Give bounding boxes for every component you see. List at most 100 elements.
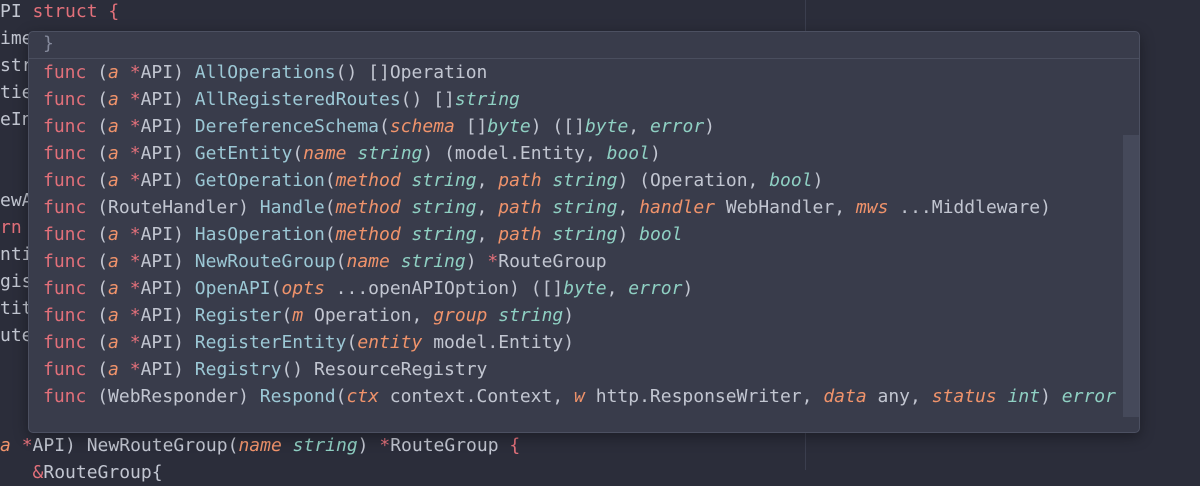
completion-item[interactable]: func (a *API) AllOperations() []Operatio… — [43, 59, 1123, 86]
method-name: Register — [194, 305, 282, 326]
code-token: rn — [0, 217, 22, 238]
signature-token: ( — [324, 197, 336, 218]
signature-token: func — [43, 143, 87, 164]
completion-item[interactable]: func (a *API) Registry() ResourceRegistr… — [43, 356, 1123, 383]
signature-token: () [] — [400, 89, 455, 110]
signature-token: handler — [639, 197, 715, 218]
completion-item[interactable]: func (a *API) OpenAPI(opts ...openAPIOpt… — [43, 275, 1123, 302]
code-line: a *API) NewRouteGroup(name string) *Rout… — [0, 432, 520, 459]
signature-token: byte — [563, 278, 607, 299]
signature-token — [119, 116, 130, 137]
signature-token: error — [1061, 386, 1116, 407]
signature-token: , — [476, 197, 499, 218]
signature-token: , — [617, 197, 640, 218]
signature-token: entity — [357, 332, 423, 353]
signature-token: * — [129, 170, 141, 191]
completion-item[interactable]: func (a *API) DereferenceSchema(schema [… — [43, 113, 1123, 140]
code-token: RouteGroup{ — [43, 462, 163, 483]
signature-token: * — [129, 62, 141, 83]
signature-token: () ResourceRegistry — [281, 359, 488, 380]
signature-token: a — [108, 359, 119, 380]
autocomplete-popup[interactable]: } func (a *API) AllOperations() []Operat… — [28, 31, 1140, 433]
signature-token: ( — [86, 143, 109, 164]
signature-token: ( — [270, 278, 282, 299]
code-line: rn — [0, 214, 22, 241]
signature-token: * — [129, 359, 141, 380]
method-name: DereferenceSchema — [194, 116, 379, 137]
signature-token: string — [498, 305, 564, 326]
signature-token — [119, 62, 130, 83]
signature-token: API) — [140, 359, 195, 380]
signature-token: a — [108, 251, 119, 272]
completion-item[interactable]: func (a *API) NewRouteGroup(name string)… — [43, 248, 1123, 275]
signature-token: a — [108, 89, 119, 110]
signature-token: ( — [324, 170, 336, 191]
signature-token — [401, 197, 412, 218]
signature-token: func — [43, 224, 87, 245]
signature-token: a — [108, 224, 119, 245]
signature-token: API) — [140, 116, 195, 137]
signature-token: func — [43, 89, 87, 110]
completion-item[interactable]: func (a *API) GetEntity(name string) (mo… — [43, 140, 1123, 167]
code-token: ) — [357, 435, 380, 456]
signature-token: name — [346, 251, 390, 272]
signature-token: func — [43, 197, 87, 218]
signature-token: API) — [140, 278, 195, 299]
signature-token: path — [498, 197, 542, 218]
completion-item[interactable]: func (a *API) RegisterEntity(entity mode… — [43, 329, 1123, 356]
signature-token — [487, 305, 498, 326]
signature-token: string — [357, 143, 423, 164]
completion-list[interactable]: func (a *API) AllOperations() []Operatio… — [43, 59, 1123, 410]
signature-token: a — [108, 305, 119, 326]
signature-token: http.ResponseWriter, — [584, 386, 824, 407]
signature-token — [119, 251, 130, 272]
signature-token: a — [108, 143, 119, 164]
code-token: API) NewRouteGroup( — [32, 435, 239, 456]
completion-item[interactable]: func (WebResponder) Respond(ctx context.… — [43, 383, 1123, 410]
signature-token: ( — [86, 332, 109, 353]
signature-token: mws — [855, 197, 889, 218]
signature-token: [] — [454, 116, 488, 137]
code-token: PI — [0, 1, 33, 22]
signature-token — [401, 170, 412, 191]
signature-token: ...openAPIOption) ([] — [324, 278, 564, 299]
signature-token: ) — [704, 116, 716, 137]
method-name: OpenAPI — [194, 278, 271, 299]
signature-token: a — [108, 62, 119, 83]
method-name: RegisterEntity — [194, 332, 347, 353]
signature-token: ) — [1040, 386, 1062, 407]
signature-token: string — [400, 251, 466, 272]
signature-token: ( — [379, 116, 390, 137]
completion-item[interactable]: func (a *API) AllRegisteredRoutes() []st… — [43, 86, 1123, 113]
signature-token — [119, 305, 130, 326]
signature-token: string — [552, 197, 618, 218]
signature-token — [119, 170, 130, 191]
signature-token — [119, 224, 130, 245]
code-token: * — [379, 435, 391, 456]
signature-token: func — [43, 251, 87, 272]
completion-item[interactable]: func (a *API) Register(m Operation, grou… — [43, 302, 1123, 329]
signature-token: data — [823, 386, 867, 407]
method-name: Registry — [194, 359, 282, 380]
code-token: { — [509, 435, 521, 456]
signature-token: ( — [86, 224, 109, 245]
signature-token: bool — [639, 224, 683, 245]
completion-item[interactable]: func (a *API) GetOperation(method string… — [43, 167, 1123, 194]
code-line: PI struct { — [0, 0, 119, 25]
signature-token — [347, 143, 358, 164]
signature-token: method — [335, 224, 401, 245]
signature-token: bool — [769, 170, 813, 191]
completion-item[interactable]: func (a *API) HasOperation(method string… — [43, 221, 1123, 248]
signature-token — [542, 197, 553, 218]
signature-token: API) — [140, 143, 195, 164]
signature-token: ( — [335, 251, 347, 272]
completion-item[interactable]: func (RouteHandler) Handle(method string… — [43, 194, 1123, 221]
signature-token: any, — [866, 386, 932, 407]
method-name: NewRouteGroup — [194, 251, 336, 272]
signature-token: ( — [335, 386, 347, 407]
code-editor[interactable]: PI struct {ime str tie eIn ewA rn nti gis tit ute… — [0, 0, 1200, 483]
signature-token: int — [1007, 386, 1041, 407]
popup-scrollbar[interactable] — [1123, 135, 1139, 417]
signature-token: func — [43, 170, 87, 191]
